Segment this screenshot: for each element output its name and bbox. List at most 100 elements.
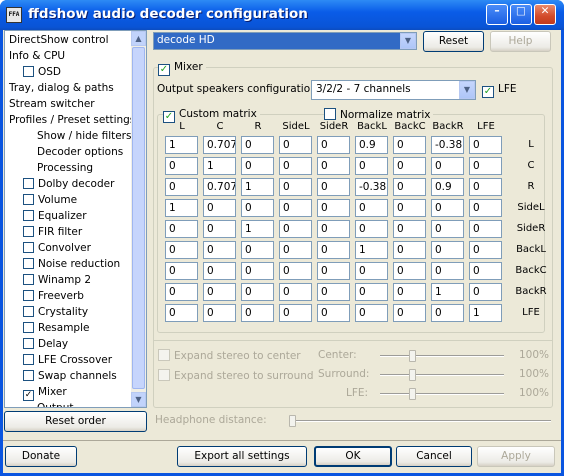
expand-center-checkbox[interactable]: Expand stereo to center [158,349,301,363]
matrix-cell-input[interactable]: 0 [279,262,312,280]
tree-item[interactable]: Output [37,401,73,407]
checkbox-icon[interactable] [23,322,34,333]
scroll-down-arrow-icon[interactable]: ▼ [131,392,146,407]
matrix-cell-input[interactable]: 0 [431,157,464,175]
matrix-cell-input[interactable]: 0 [431,241,464,259]
matrix-cell-input[interactable]: 0 [469,136,502,154]
matrix-cell-input[interactable]: 0 [241,136,274,154]
surround-slider-thumb[interactable] [409,369,416,381]
expand-surround-checkbox[interactable]: Expand stereo to surround [158,369,314,383]
matrix-cell-input[interactable]: 0 [165,241,198,259]
matrix-cell-input[interactable]: 0 [469,241,502,259]
checkbox-icon[interactable] [23,178,34,189]
matrix-cell-input[interactable]: 0 [317,178,350,196]
reset-order-button[interactable]: Reset order [4,411,147,432]
speakers-select[interactable]: 3/2/2 - 7 channels ▼ [311,80,476,100]
matrix-cell-input[interactable]: 0 [279,283,312,301]
tree-item[interactable]: ✓ Mixer [23,385,67,401]
maximize-button[interactable]: □ [510,4,532,25]
tree-item[interactable]: Delay [23,337,68,353]
checkbox-icon[interactable] [23,306,34,317]
tree-item[interactable]: Profiles / Preset settings [9,113,135,129]
checkbox-icon[interactable] [23,66,34,77]
chevron-down-icon[interactable]: ▼ [459,81,475,99]
matrix-cell-input[interactable]: 0 [203,283,236,301]
matrix-cell-input[interactable]: 1 [203,157,236,175]
checkbox-icon[interactable] [23,354,34,365]
matrix-cell-input[interactable]: 0 [279,199,312,217]
matrix-cell-input[interactable]: 0 [241,157,274,175]
lfe-slider[interactable] [380,388,504,400]
tree-item[interactable]: LFE Crossover [23,353,112,369]
matrix-cell-input[interactable]: 0 [279,220,312,238]
settings-tree[interactable]: DirectShow control Info & CPU OSD Tray, dia… [4,30,147,408]
center-slider[interactable] [380,350,504,362]
matrix-cell-input[interactable]: -0.38 [431,136,464,154]
matrix-cell-input[interactable]: 0 [203,220,236,238]
matrix-cell-input[interactable]: 0 [317,241,350,259]
matrix-cell-input[interactable]: 0 [355,304,388,322]
tree-item[interactable]: Tray, dialog & paths [9,81,114,97]
matrix-cell-input[interactable]: 0 [241,262,274,280]
matrix-cell-input[interactable]: 0 [165,157,198,175]
matrix-cell-input[interactable]: 0 [393,178,426,196]
checkbox-icon[interactable] [23,210,34,221]
matrix-cell-input[interactable]: 0.707 [203,178,236,196]
mixer-checkbox[interactable]: ✓ Mixer [158,61,206,76]
lfe-checkbox[interactable]: ✓ LFE [482,83,517,98]
center-slider-thumb[interactable] [409,350,416,362]
matrix-cell-input[interactable]: 0.9 [431,178,464,196]
matrix-cell-input[interactable]: 0 [317,283,350,301]
tree-item[interactable]: Resample [23,321,89,337]
matrix-cell-input[interactable]: 0 [393,157,426,175]
close-button[interactable]: ✕ [534,4,556,25]
matrix-cell-input[interactable]: 0 [279,157,312,175]
lfe-slider-thumb[interactable] [409,388,416,400]
scroll-thumb[interactable] [132,47,145,389]
matrix-cell-input[interactable]: 0 [203,304,236,322]
matrix-cell-input[interactable]: 0 [279,178,312,196]
matrix-cell-input[interactable]: 0 [279,241,312,259]
matrix-cell-input[interactable]: 0 [469,262,502,280]
matrix-cell-input[interactable]: 0 [355,157,388,175]
tree-item[interactable]: Convolver [23,241,91,257]
tree-scrollbar[interactable]: ▲ ▼ [131,31,146,407]
matrix-cell-input[interactable]: 0 [393,136,426,154]
matrix-cell-input[interactable]: 0 [469,178,502,196]
matrix-cell-input[interactable]: 0 [355,262,388,280]
surround-slider[interactable] [380,369,504,381]
matrix-cell-input[interactable]: 0 [469,157,502,175]
matrix-cell-input[interactable]: 1 [165,199,198,217]
matrix-cell-input[interactable]: 0.9 [355,136,388,154]
tree-item[interactable]: Dolby decoder [23,177,114,193]
matrix-cell-input[interactable]: 1 [165,136,198,154]
matrix-cell-input[interactable]: 1 [431,283,464,301]
tree-item[interactable]: OSD [23,65,61,81]
matrix-cell-input[interactable]: 0 [203,241,236,259]
matrix-cell-input[interactable]: 0 [165,304,198,322]
normalize-matrix-checkbox[interactable]: Normalize matrix [324,108,434,122]
checkbox-icon[interactable] [23,242,34,253]
matrix-cell-input[interactable]: 1 [355,241,388,259]
chevron-down-icon[interactable]: ▼ [400,33,416,49]
reset-button[interactable]: Reset [423,31,484,52]
matrix-cell-input[interactable]: 0.707 [203,136,236,154]
matrix-cell-input[interactable]: 0 [431,304,464,322]
matrix-cell-input[interactable]: 0 [317,199,350,217]
checkbox-icon[interactable]: ✓ [23,390,34,401]
matrix-cell-input[interactable]: 0 [469,199,502,217]
tree-item[interactable]: Winamp 2 [23,273,91,289]
matrix-cell-input[interactable]: 1 [241,220,274,238]
checkbox-icon[interactable] [23,290,34,301]
matrix-cell-input[interactable]: 0 [393,304,426,322]
matrix-cell-input[interactable]: 0 [241,283,274,301]
matrix-cell-input[interactable]: 0 [355,283,388,301]
apply-button[interactable]: Apply [477,446,555,467]
matrix-cell-input[interactable]: -0.38 [355,178,388,196]
tree-item[interactable]: Show / hide filters [37,129,131,145]
minimize-button[interactable]: – [486,4,508,25]
preset-select[interactable]: decode HD ▼ [153,32,417,50]
checkbox-icon[interactable] [23,194,34,205]
tree-item[interactable]: Freeverb [23,289,84,305]
matrix-cell-input[interactable]: 0 [431,220,464,238]
